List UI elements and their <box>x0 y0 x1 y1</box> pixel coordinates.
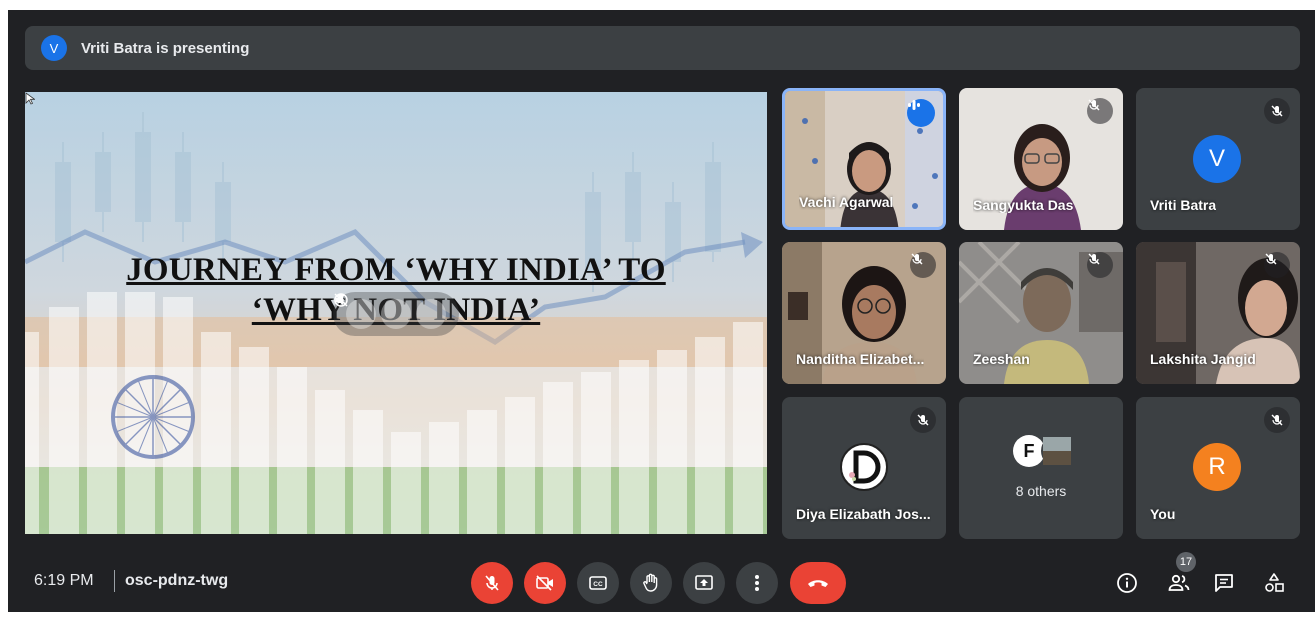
camera-toggle-button[interactable] <box>524 562 566 604</box>
meeting-code: osc-pdnz-twg <box>125 572 229 589</box>
slide-title-line-1: JOURNEY FROM ‘WHY INDIA’ TO <box>126 252 666 288</box>
raise-hand-icon <box>643 573 658 592</box>
participant-tile-diya-elizabath[interactable]: Diya Elizabath Jos... <box>782 397 946 539</box>
presenting-banner: V Vriti Batra is presenting <box>25 26 1300 70</box>
presentation-hover-controls <box>333 292 459 336</box>
present-icon <box>695 575 713 590</box>
participant-name: You <box>1150 506 1176 522</box>
participant-name: Vriti Batra <box>1150 197 1217 213</box>
activities-button[interactable] <box>1259 568 1289 598</box>
participant-tile-sangyukta-das[interactable]: Sangyukta Das <box>959 88 1123 230</box>
participant-tile-zeeshan[interactable]: Zeeshan <box>959 242 1123 384</box>
people-button[interactable] <box>1164 568 1194 598</box>
activities-icon <box>1265 573 1284 592</box>
speaking-indicator-icon <box>907 99 935 127</box>
leave-call-icon <box>808 580 828 587</box>
others-avatar-2 <box>1041 435 1073 467</box>
participant-tile-nanditha-elizabeth[interactable]: Nanditha Elizabet... <box>782 242 946 384</box>
participant-tile-lakshita-jangid[interactable]: Lakshita Jangid <box>1136 242 1300 384</box>
leave-call-button[interactable] <box>790 562 846 604</box>
profile-picture <box>849 450 881 484</box>
more-options-button[interactable] <box>736 562 778 604</box>
present-now-button[interactable] <box>683 562 725 604</box>
mic-off-icon <box>1264 407 1290 433</box>
mic-off-icon <box>910 252 936 278</box>
window-left-border <box>0 0 8 618</box>
mic-off-icon <box>1264 252 1290 278</box>
mic-off-icon <box>485 575 499 591</box>
participant-tile-vriti-batra[interactable]: V Vriti Batra <box>1136 88 1300 230</box>
participant-avatar <box>840 443 888 491</box>
mouse-cursor-icon <box>25 92 35 105</box>
presenter-avatar: V <box>41 35 67 61</box>
minimize-icon[interactable] <box>334 293 447 329</box>
meeting-details-button[interactable] <box>1112 568 1142 598</box>
others-count-label: 8 others <box>1015 483 1067 499</box>
presentation-slide[interactable]: JOURNEY FROM ‘WHY INDIA’ TO ‘WHY NOT IND… <box>25 92 767 534</box>
svg-text:CC: CC <box>593 581 603 588</box>
participant-name: Zeeshan <box>973 351 1030 367</box>
chat-icon <box>1215 574 1233 592</box>
more-options-icon <box>755 575 759 591</box>
participant-tile-others[interactable]: F 8 others <box>959 397 1123 539</box>
chat-button[interactable] <box>1209 568 1239 598</box>
participant-name: Nanditha Elizabet... <box>796 351 925 367</box>
participant-tile-vachi-agarwal[interactable]: Vachi Agarwal <box>782 88 946 230</box>
info-icon <box>1117 573 1137 593</box>
raise-hand-button[interactable] <box>630 562 672 604</box>
pin-icon[interactable] <box>334 293 376 329</box>
bottom-control-bar: 6:19 PM osc-pdnz-twg CC 17 <box>8 548 1315 612</box>
captions-button[interactable]: CC <box>577 562 619 604</box>
divider <box>114 570 115 592</box>
camera-off-icon <box>536 575 553 591</box>
people-icon <box>1168 574 1190 591</box>
mic-off-icon <box>910 407 936 433</box>
window-top-border <box>0 0 1315 10</box>
participant-avatar: V <box>1193 135 1241 183</box>
participant-avatar: R <box>1193 443 1241 491</box>
participant-tile-you[interactable]: R You <box>1136 397 1300 539</box>
presenting-label: Vriti Batra is presenting <box>81 39 250 57</box>
meeting-time: 6:19 PM <box>34 572 94 589</box>
participant-name: Vachi Agarwal <box>799 194 894 210</box>
window-bottom-border <box>0 612 1315 618</box>
mic-off-icon <box>1087 98 1113 124</box>
participant-name: Sangyukta Das <box>973 197 1074 213</box>
mic-off-icon <box>1264 98 1290 124</box>
captions-icon: CC <box>589 576 607 590</box>
participant-name: Lakshita Jangid <box>1150 351 1256 367</box>
mic-off-icon <box>1087 252 1113 278</box>
participant-name: Diya Elizabath Jos... <box>796 506 931 522</box>
mute-presentation-icon[interactable] <box>336 295 411 329</box>
mic-toggle-button[interactable] <box>471 562 513 604</box>
